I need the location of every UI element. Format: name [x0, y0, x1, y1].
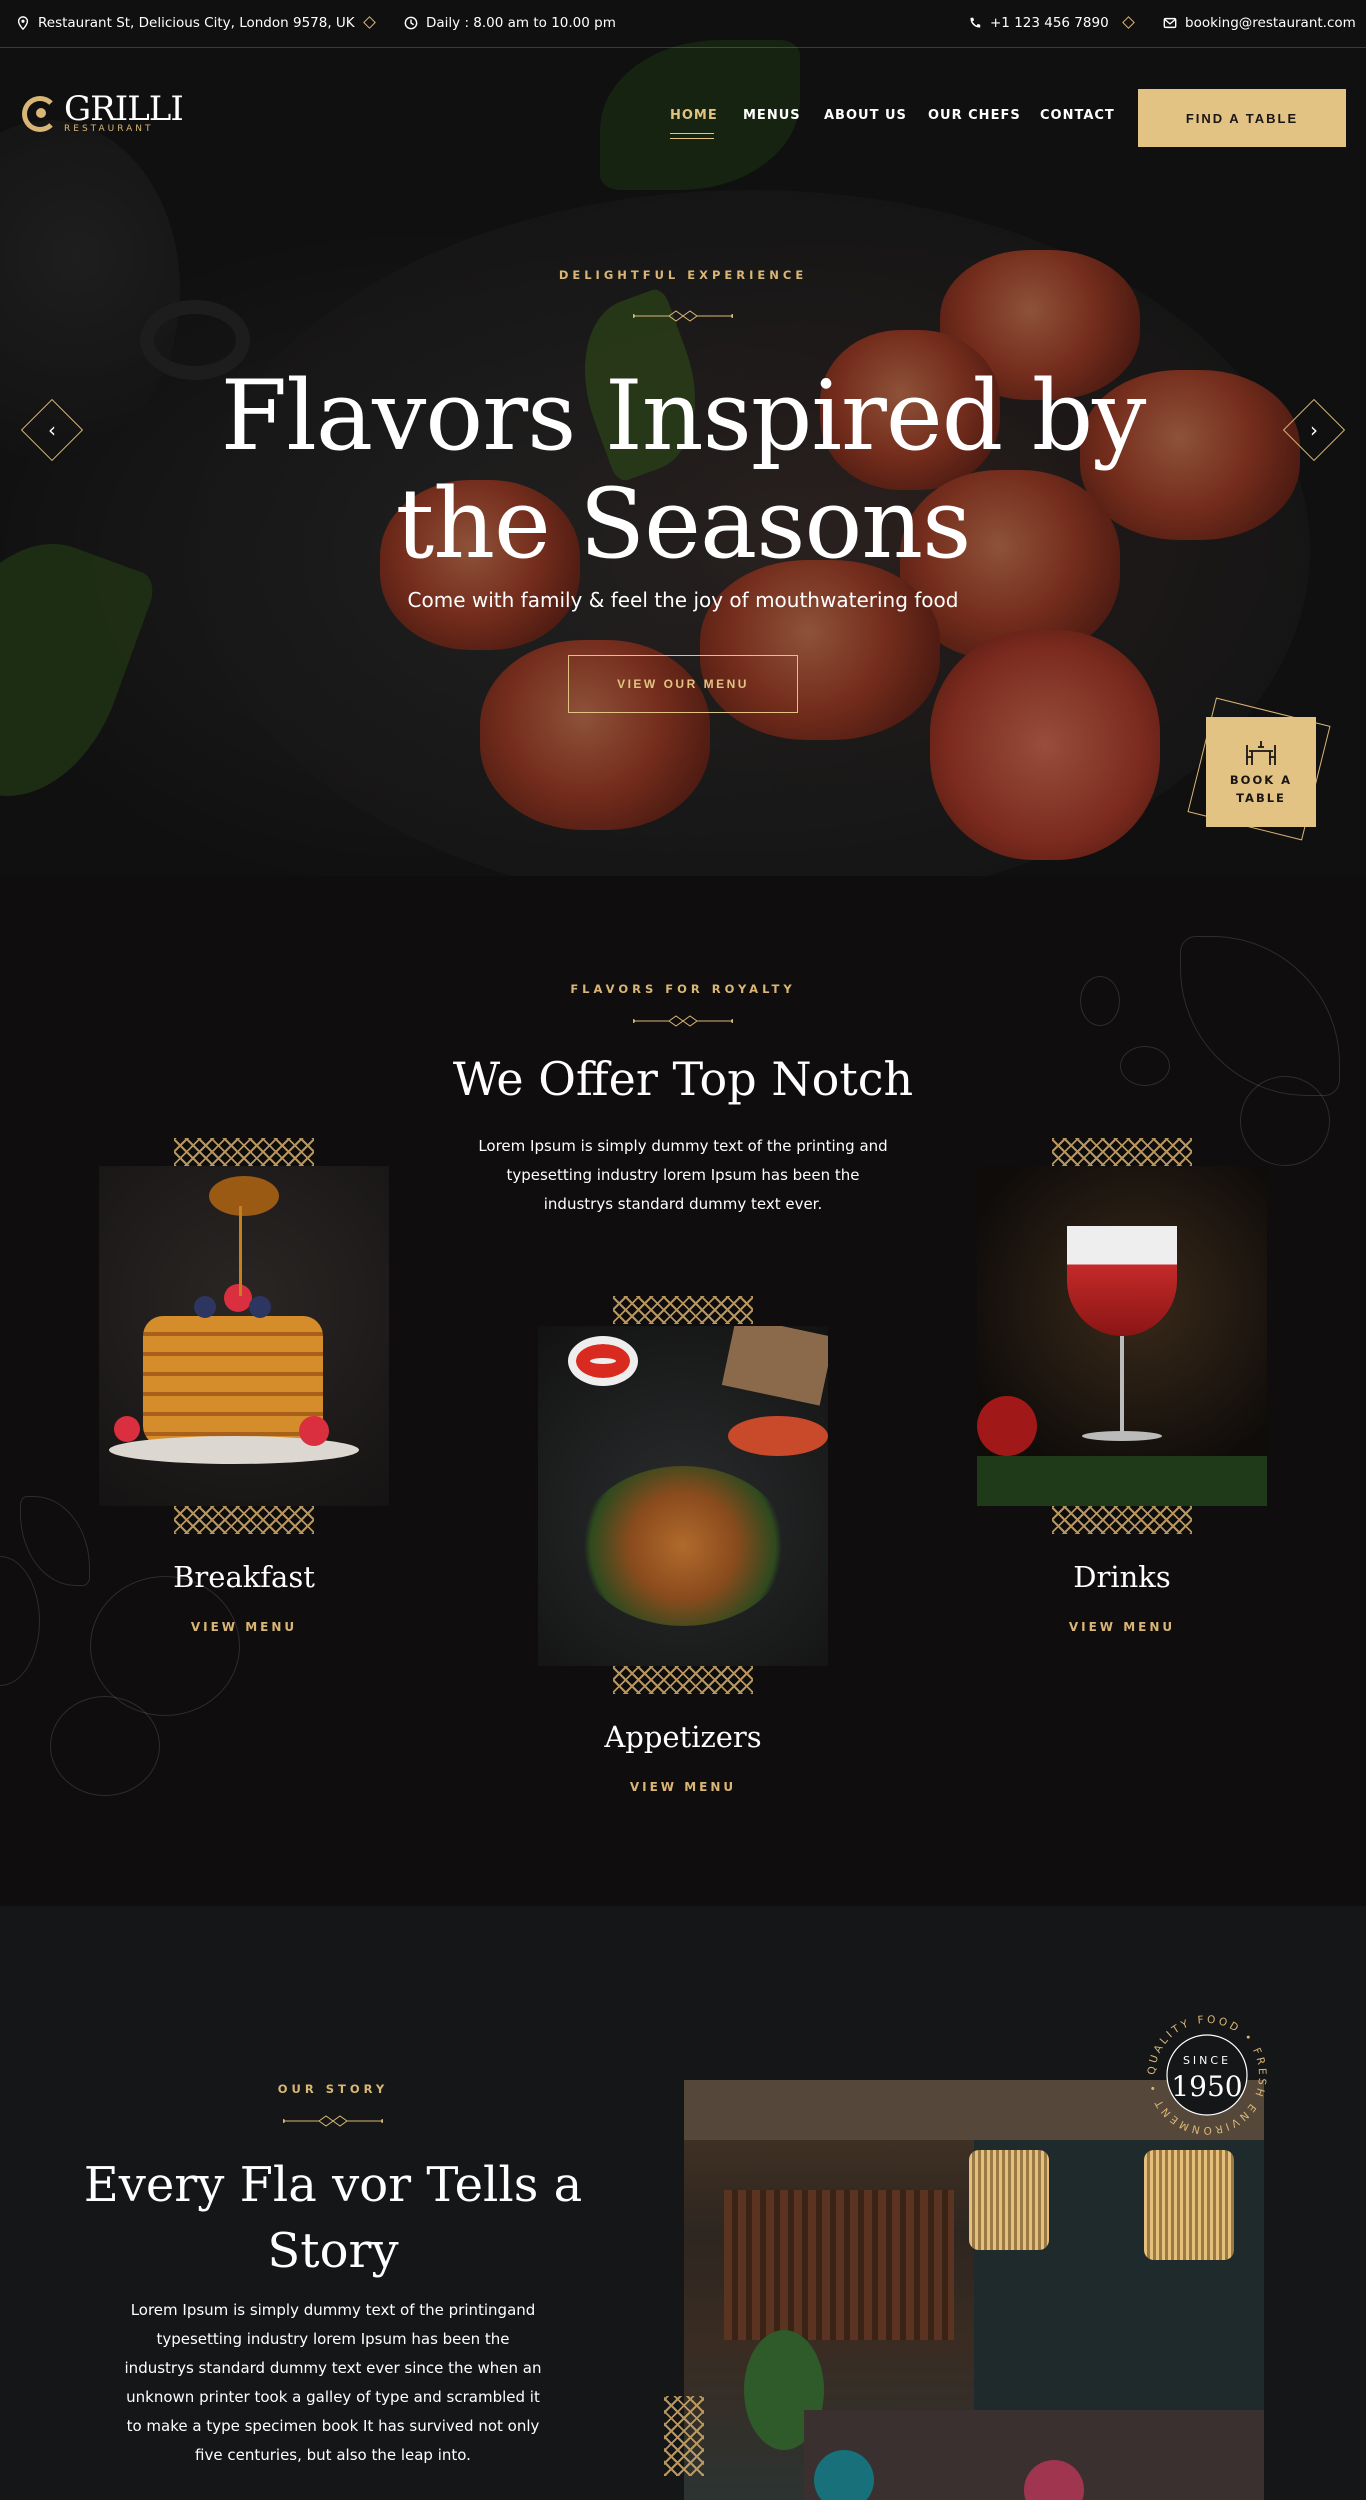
pattern-decor: [664, 2396, 704, 2476]
pattern-decor: [1052, 1138, 1192, 1166]
ornament-divider: [633, 1015, 733, 1027]
sketch-decor: [1180, 936, 1340, 1096]
badge-year: 1950: [1171, 2070, 1243, 2103]
pattern-decor: [613, 1666, 753, 1694]
story-section: OUR STORY Every Fla vor Tells a Story Lo…: [0, 1906, 1366, 2500]
address-item: Restaurant St, Delicious City, London 95…: [16, 15, 355, 31]
offer-section: FLAVORS FOR ROYALTY We Offer Top Notch L…: [0, 876, 1366, 1906]
ornament-divider: [283, 2115, 383, 2127]
location-pin-icon: [17, 16, 29, 30]
sketch-decor: [1080, 976, 1120, 1026]
pattern-decor: [174, 1506, 314, 1534]
sketch-decor: [1120, 1046, 1170, 1086]
badge-since: SINCE: [1182, 2054, 1232, 2067]
hero-title: Flavors Inspired by the Seasons: [183, 362, 1183, 578]
dining-table-icon: [1246, 741, 1276, 765]
hours-text: Daily : 8.00 am to 10.00 pm: [426, 15, 616, 31]
pattern-decor: [613, 1296, 753, 1324]
story-text: Lorem Ipsum is simply dummy text of the …: [124, 2301, 542, 2464]
view-menu-link-appetizers[interactable]: VIEW MENU: [538, 1780, 828, 1794]
card-title-breakfast: Breakfast: [173, 1560, 315, 1594]
address-text: Restaurant St, Delicious City, London 95…: [38, 15, 355, 31]
appetizers-image[interactable]: [538, 1326, 828, 1666]
find-a-table-button[interactable]: FIND A TABLE: [1138, 89, 1346, 147]
sketch-decor: [0, 1556, 40, 1686]
clock-icon: [404, 16, 418, 30]
hero-eyebrow: DELIGHTFUL EXPERIENCE: [558, 268, 808, 282]
view-menu-link-drinks[interactable]: VIEW MENU: [977, 1620, 1267, 1634]
ornament-divider: [633, 310, 733, 322]
logo[interactable]: GRILLI RESTAURANT: [22, 89, 184, 134]
hero-subtitle: Come with family & feel the joy of mouth…: [407, 588, 959, 612]
story-title-line1: Every Fla vor Tells a: [83, 2157, 583, 2213]
story-eyebrow: OUR STORY: [277, 2082, 389, 2096]
story-title-line2: Story: [267, 2223, 399, 2279]
chevron-left-icon: ‹: [48, 418, 56, 442]
chevron-right-icon: ›: [1310, 418, 1318, 442]
view-our-menu-button[interactable]: VIEW OUR MENU: [568, 655, 798, 713]
nav-item-our-chefs[interactable]: OUR CHEFS: [928, 108, 1021, 123]
logo-mark-icon: [22, 96, 58, 132]
email-item[interactable]: booking@restaurant.com: [1163, 15, 1356, 31]
sketch-decor: [50, 1696, 160, 1796]
since-badge: QUALITY FOOD • FRESH ENVIRONMENT • SINCE…: [1142, 2010, 1272, 2140]
nav-item-contact[interactable]: CONTACT: [1040, 108, 1115, 123]
story-title: Every Fla vor Tells a Story: [83, 2152, 583, 2284]
phone-icon: [970, 17, 981, 28]
pattern-decor: [1052, 1506, 1192, 1534]
top-bar: Restaurant St, Delicious City, London 95…: [0, 0, 1366, 48]
separator-diamond: [1122, 16, 1135, 29]
logo-name: GRILLI: [64, 89, 184, 129]
hero-section: Restaurant St, Delicious City, London 95…: [0, 0, 1366, 876]
hero-title-line1: Flavors Inspired by: [220, 360, 1147, 472]
email-text[interactable]: booking@restaurant.com: [1185, 15, 1356, 31]
nav-item-about-us[interactable]: ABOUT US: [824, 108, 907, 123]
book-label-line1: BOOK A: [1229, 773, 1293, 787]
card-title-appetizers: Appetizers: [604, 1720, 762, 1754]
sketch-decor: [90, 1576, 240, 1716]
mail-icon: [1163, 17, 1177, 29]
card-title-drinks: Drinks: [1073, 1560, 1171, 1594]
offer-eyebrow: FLAVORS FOR ROYALTY: [570, 982, 796, 996]
breakfast-image[interactable]: [99, 1166, 389, 1506]
view-menu-link-breakfast[interactable]: VIEW MENU: [99, 1620, 389, 1634]
book-a-table-button[interactable]: BOOK A TABLE: [1206, 717, 1316, 827]
separator-diamond: [363, 16, 376, 29]
book-label-line2: TABLE: [1236, 791, 1286, 805]
phone-item[interactable]: +1 123 456 7890: [968, 15, 1109, 31]
nav-active-underline: [670, 133, 714, 139]
phone-text[interactable]: +1 123 456 7890: [990, 15, 1109, 31]
pattern-decor: [174, 1138, 314, 1166]
nav-item-home[interactable]: HOME: [670, 108, 718, 123]
drinks-image[interactable]: [977, 1166, 1267, 1506]
nav-item-menus[interactable]: MENUS: [743, 108, 801, 123]
restaurant-interior-image: [684, 2080, 1264, 2500]
sketch-decor: [20, 1496, 90, 1586]
offer-text: Lorem Ipsum is simply dummy text of the …: [478, 1137, 888, 1213]
hours-item: Daily : 8.00 am to 10.00 pm: [404, 15, 616, 31]
offer-title: We Offer Top Notch: [452, 1052, 914, 1106]
hero-title-line2: the Seasons: [395, 468, 972, 580]
